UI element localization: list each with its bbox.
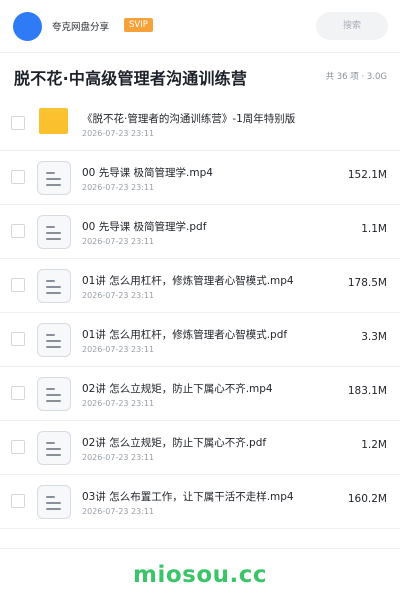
file-date: 2026-07-23 23:11 [82,345,155,354]
file-size: 160.2M [347,493,387,505]
file-size: 1.2M [361,439,387,451]
list-item[interactable]: 《脱不花·管理者的沟通训练营》-1周年特别版 2026-07-23 23:11 [0,97,400,151]
svip-badge: SVIP [124,18,153,32]
list-item[interactable]: 03讲 怎么布置工作，让下属干活不走样.mp4 2026-07-23 23:11… [0,475,400,529]
file-icon [37,431,71,465]
file-name: 02讲 怎么立规矩，防止下属心不齐.mp4 [82,383,273,395]
file-size: 1.1M [361,223,387,235]
file-size: 152.1M [347,169,387,181]
header-bar: 夸克网盘分享 SVIP 搜索 [0,0,400,52]
file-icon [37,269,71,303]
file-date: 2026-07-23 23:11 [82,291,155,300]
search-input[interactable]: 搜索 [316,12,388,40]
select-checkbox[interactable] [11,278,25,292]
folder-meta: 共 36 项 · 3.0G [325,72,387,82]
select-checkbox[interactable] [11,116,25,130]
select-checkbox[interactable] [11,494,25,508]
file-date: 2026-07-23 23:11 [82,453,155,462]
select-checkbox[interactable] [11,332,25,346]
file-date: 2026-07-23 23:11 [82,183,155,192]
header-divider [0,52,400,53]
list-item[interactable]: 01讲 怎么用杠杆，修炼管理者心智模式.pdf 2026-07-23 23:11… [0,313,400,367]
file-size: 178.5M [347,277,387,289]
list-item[interactable]: 02讲 怎么立规矩，防止下属心不齐.pdf 2026-07-23 23:11 1… [0,421,400,475]
file-name: 00 先导课 极简管理学.mp4 [82,167,213,179]
folder-icon [39,108,68,134]
file-date: 2026-07-23 23:11 [82,507,155,516]
select-checkbox[interactable] [11,386,25,400]
list-item[interactable]: 00 先导课 极简管理学.mp4 2026-07-23 23:11 152.1M [0,151,400,205]
app-name: 夸克网盘分享 [52,22,110,33]
file-name: 02讲 怎么立规矩，防止下属心不齐.pdf [82,437,267,449]
avatar[interactable] [13,12,42,41]
file-size: 3.3M [361,331,387,343]
file-icon [37,485,71,519]
file-date: 2026-07-23 23:11 [82,129,155,138]
select-checkbox[interactable] [11,170,25,184]
file-name: 00 先导课 极简管理学.pdf [82,221,207,233]
file-name: 03讲 怎么布置工作，让下属干活不走样.mp4 [82,491,294,503]
file-date: 2026-07-23 23:11 [82,399,155,408]
page-title: 脱不花·中高级管理者沟通训练营 [14,69,248,88]
file-icon [37,161,71,195]
list-item[interactable]: 00 先导课 极简管理学.pdf 2026-07-23 23:11 1.1M [0,205,400,259]
file-date: 2026-07-23 23:11 [82,237,155,246]
file-size: 183.1M [347,385,387,397]
file-icon [37,323,71,357]
watermark: miosou.cc [132,562,268,588]
file-name: 01讲 怎么用杠杆，修炼管理者心智模式.mp4 [82,275,294,287]
select-checkbox[interactable] [11,440,25,454]
file-icon [37,215,71,249]
file-name: 《脱不花·管理者的沟通训练营》-1周年特别版 [82,113,296,125]
file-icon [37,377,71,411]
select-checkbox[interactable] [11,224,25,238]
file-name: 01讲 怎么用杠杆，修炼管理者心智模式.pdf [82,329,288,341]
list-item[interactable]: 01讲 怎么用杠杆，修炼管理者心智模式.mp4 2026-07-23 23:11… [0,259,400,313]
list-item[interactable]: 02讲 怎么立规矩，防止下属心不齐.mp4 2026-07-23 23:11 1… [0,367,400,421]
